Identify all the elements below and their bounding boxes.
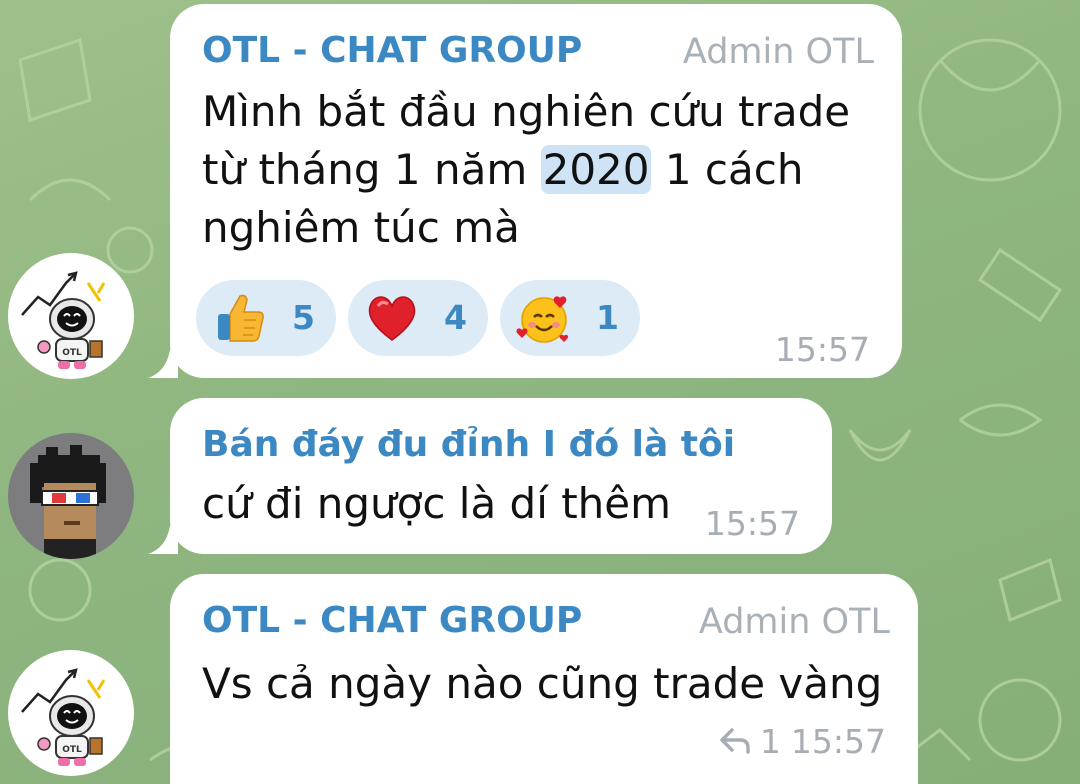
svg-text:OTL: OTL [62,745,82,755]
admin-badge: Admin OTL [682,32,874,72]
message-time: 15:57 [774,330,870,369]
message-text-line: Vs cả ngày nào cũng trade vàng [202,659,883,708]
avatar-otl-group[interactable]: OTL [8,650,134,776]
reaction-count: 5 [292,298,315,337]
sender-name[interactable]: Bán đáy đu đỉnh I đó là tôi [202,424,735,465]
bubble-tail-icon [148,350,178,378]
message-time: 15:57 [790,722,886,761]
astronaut-avatar-icon: OTL [8,650,134,776]
reaction-red-heart[interactable]: 4 [348,280,488,356]
smiling-face-with-hearts-icon [516,296,569,343]
reaction-count: 4 [444,298,467,337]
astronaut-avatar-icon: OTL [8,253,134,379]
message-text-line: từ tháng 1 năm 2020 1 cách [202,140,803,200]
message-text-segment: từ tháng 1 năm [202,145,541,194]
red-heart-icon [368,296,416,341]
message-bubble-2[interactable]: Bán đáy đu đỉnh I đó là tôi cứ đi ngược … [148,398,832,554]
avatar-user-pixel[interactable] [8,433,134,559]
message-text-line: Mình bắt đầu nghiên cứu trade [202,87,851,136]
message-text-line: nghiêm túc mà [202,203,520,252]
thumbs-up-icon [218,294,264,342]
message-text-line: cứ đi ngược là dí thêm [202,479,672,528]
admin-badge: Admin OTL [698,602,890,642]
bubble-tail-icon [148,526,178,554]
avatar-otl-group[interactable]: OTL [8,253,134,379]
reaction-thumbs-up[interactable]: 5 [196,280,336,356]
message-text-segment: 1 cách [651,145,804,194]
sender-name[interactable]: OTL - CHAT GROUP [202,30,582,71]
reply-count[interactable]: 1 [760,722,781,761]
svg-text:OTL: OTL [62,348,82,358]
reaction-count: 1 [596,298,619,337]
message-bubble-3[interactable]: OTL - CHAT GROUP Admin OTL Vs cả ngày nà… [170,574,918,784]
reaction-smiling-face-with-hearts[interactable]: 1 [500,280,640,356]
message-time: 15:57 [704,504,800,543]
message-bubble-1[interactable]: OTL - CHAT GROUP Admin OTL Mình bắt đầu … [148,4,902,378]
reply-arrow-icon[interactable] [718,726,752,756]
sender-name[interactable]: OTL - CHAT GROUP [202,600,582,641]
pixel-punk-avatar-icon [8,433,134,559]
highlighted-text: 2020 [540,145,652,194]
